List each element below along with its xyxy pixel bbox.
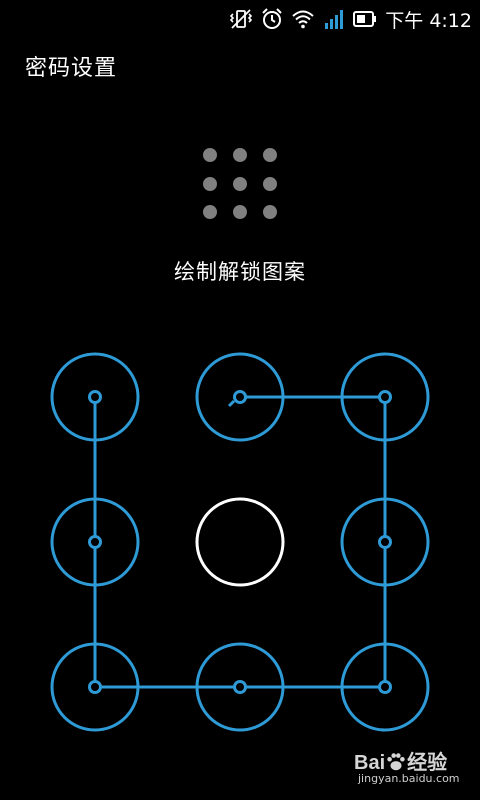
vibrate-muted-icon (229, 7, 253, 31)
pattern-node-r2c2[interactable] (195, 497, 285, 587)
status-icons: 下午 4:12 (229, 6, 472, 32)
preview-dot (203, 148, 217, 162)
preview-dot (233, 205, 247, 219)
watermark-logo-right: 经验 (407, 752, 448, 774)
battery-icon (353, 7, 377, 31)
pattern-node-dot (378, 390, 392, 404)
preview-dot (203, 205, 217, 219)
watermark-url: jingyan.baidu.com (358, 772, 460, 785)
wifi-icon (291, 7, 315, 31)
pattern-preview-grid (199, 144, 281, 226)
alarm-clock-icon (260, 7, 284, 31)
pattern-lock-canvas[interactable] (0, 330, 480, 760)
pattern-node-dot (88, 680, 102, 694)
paw-icon (387, 753, 405, 771)
pattern-node-dot (233, 680, 247, 694)
pattern-node-dot (378, 535, 392, 549)
page-title: 密码设置 (25, 56, 118, 81)
preview-dot (233, 148, 247, 162)
watermark-logo-left: Bai (354, 752, 386, 774)
pattern-node-dot (378, 680, 392, 694)
preview-dot (263, 205, 277, 219)
preview-dot (203, 177, 217, 191)
preview-dot (263, 148, 277, 162)
pattern-node-ring (195, 497, 285, 587)
preview-dot (233, 177, 247, 191)
pattern-lock-area[interactable] (0, 330, 480, 760)
signal-icon (322, 7, 346, 31)
status-time: 下午 4:12 (385, 9, 472, 32)
watermark-logo: Bai 经验 (354, 746, 447, 775)
preview-dot (263, 177, 277, 191)
pattern-node-dot (233, 390, 247, 404)
pattern-node-dot (88, 390, 102, 404)
status-bar: 下午 4:12 (0, 0, 480, 38)
draw-pattern-instruction: 绘制解锁图案 (174, 260, 306, 284)
watermark: Bai 经验 jingyan.baidu.com (354, 742, 466, 792)
pattern-path-tail (227, 399, 236, 408)
pattern-node-dot (88, 535, 102, 549)
